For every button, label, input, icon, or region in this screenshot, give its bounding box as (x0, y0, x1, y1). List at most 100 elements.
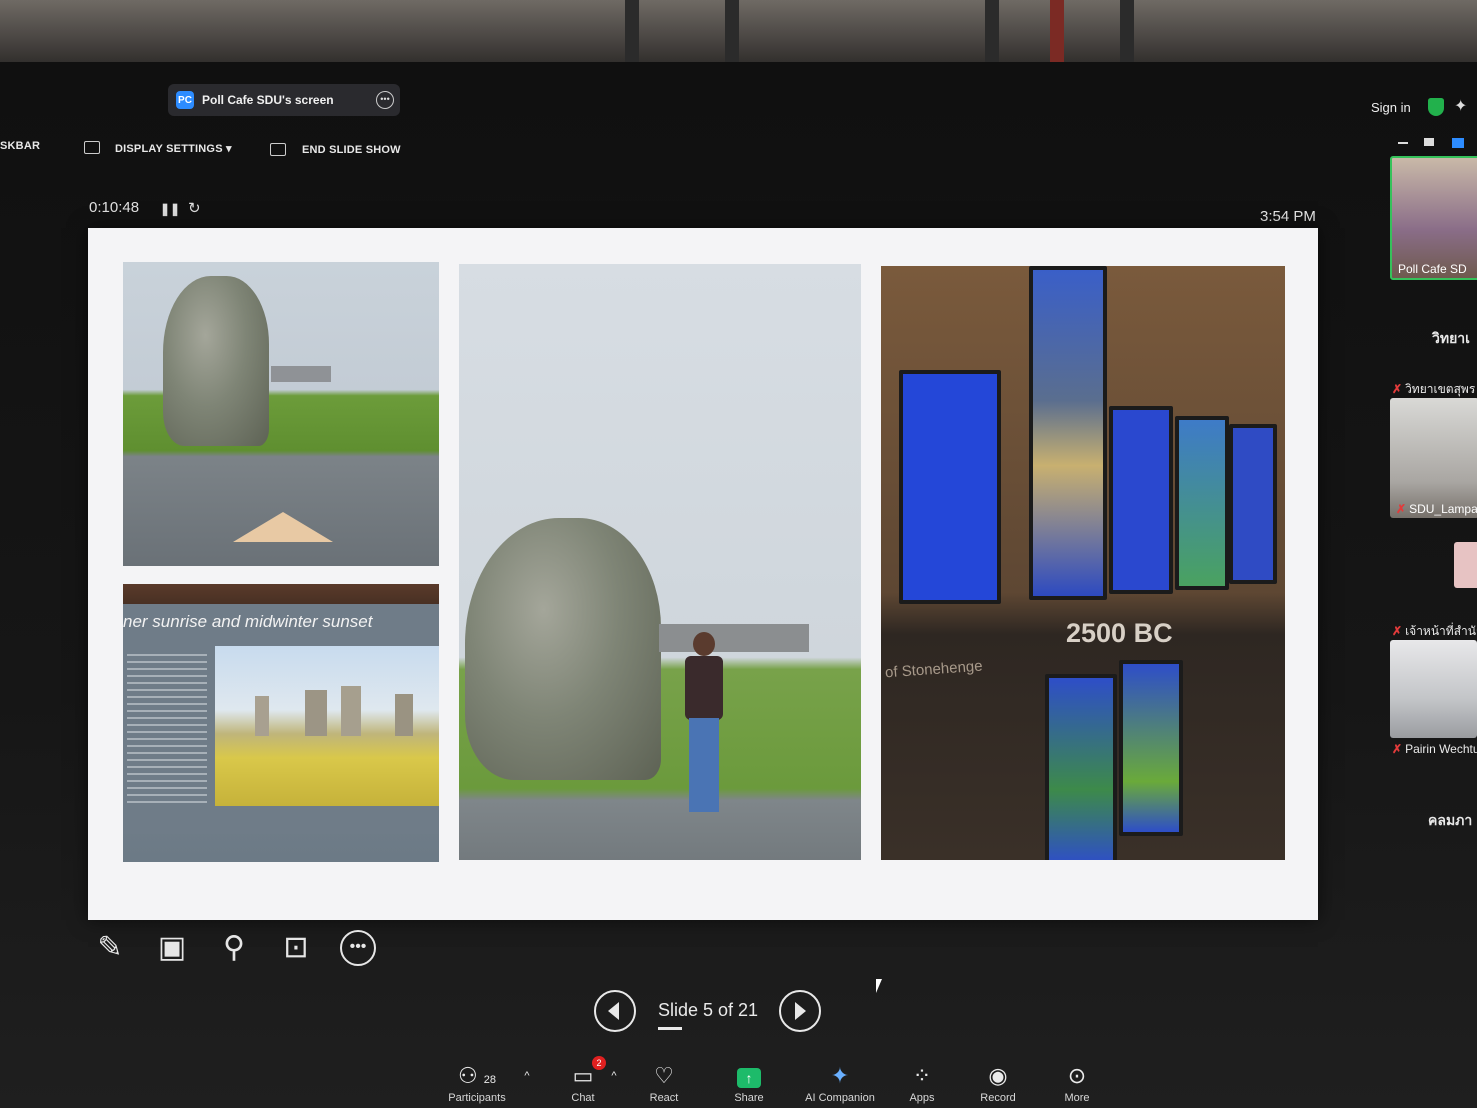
participant-video[interactable]: ✗ SDU_Lampar (1390, 398, 1477, 518)
participants-button[interactable]: ⚇ 28 Participants (444, 1062, 510, 1104)
previous-slide-button[interactable] (594, 990, 636, 1032)
more-options-icon[interactable]: ••• (376, 91, 394, 109)
participant-name: ✗ วิทยาเขตสุพร (1392, 382, 1476, 396)
ai-companion-label: AI Companion (805, 1092, 875, 1104)
path-arrow-marking (233, 512, 333, 542)
chat-button[interactable]: ▭ 2 Chat (566, 1056, 606, 1104)
zoom-icon[interactable]: ⚲ (216, 930, 252, 966)
ai-sparkle-icon[interactable]: ✦ (1454, 96, 1467, 116)
display-settings-button[interactable]: DISPLAY SETTINGS ▾ (115, 142, 232, 155)
jacket (685, 656, 723, 720)
participant-name: ✗ SDU_Lampar (1396, 502, 1477, 516)
exhibit-screen (899, 370, 1001, 604)
more-icon: ⊙ (1067, 1063, 1087, 1088)
ceiling-beam (985, 0, 999, 70)
pen-icon[interactable]: ✎ (92, 930, 128, 966)
stone-shape (465, 518, 661, 780)
stone-pillar (305, 690, 327, 736)
show-taskbar-button[interactable]: SKBAR (0, 140, 40, 152)
ai-sparkle-icon: ✦ (830, 1063, 850, 1088)
chat-caret[interactable]: ^ (607, 1062, 621, 1090)
photo-museum-exhibit: 2500 BC of Stonehenge (881, 266, 1285, 860)
ceiling-beam (725, 0, 739, 70)
exhibit-screen (1119, 660, 1183, 836)
more-options-icon[interactable]: ••• (340, 930, 376, 966)
stone-pillar (255, 696, 269, 736)
stone-pillar (395, 694, 413, 736)
exhibit-screen (1029, 266, 1107, 600)
sign-stonehenge-photo (215, 646, 439, 806)
photo-heel-stone (123, 262, 439, 566)
exhibit-title-text: of Stonehenge (884, 657, 984, 682)
info-sign-panel: ner sunrise and midwinter sunset (123, 604, 439, 834)
muted-mic-icon: ✗ (1392, 742, 1403, 756)
apps-label: Apps (909, 1092, 935, 1104)
participant-video-active[interactable]: Poll Cafe SD (1390, 156, 1477, 280)
visitor-figure (681, 632, 725, 818)
chevron-left-icon (608, 1002, 619, 1020)
exhibit-screen (1109, 406, 1173, 594)
window-icon[interactable] (1424, 138, 1434, 146)
view-controls (1388, 138, 1477, 150)
participant-video[interactable] (1454, 542, 1477, 588)
ceiling-beam (1120, 0, 1134, 70)
photo-info-sign: ner sunrise and midwinter sunset (123, 584, 439, 862)
chevron-up-icon: ^ (524, 1070, 530, 1082)
chevron-right-icon (795, 1002, 806, 1020)
display-settings-icon (84, 141, 100, 154)
ceiling-beam (1050, 0, 1064, 70)
ceiling-beam (625, 0, 639, 70)
chat-badge: 2 (592, 1056, 606, 1070)
heart-icon: ♡ (654, 1063, 674, 1088)
chat-icon: ▭ 2 (566, 1056, 606, 1090)
pause-icon[interactable]: ❚❚ (160, 202, 180, 216)
record-icon: ◉ (988, 1063, 1008, 1088)
share-label: Share (734, 1092, 764, 1104)
sign-text-lines (127, 654, 207, 804)
screen-share-indicator[interactable]: PC Poll Cafe SDU's screen ••• (168, 84, 400, 116)
sign-in-link[interactable]: Sign in (1371, 100, 1411, 115)
ceiling-background (0, 0, 1477, 70)
apps-icon: ⁘ (912, 1063, 932, 1088)
participants-caret[interactable]: ^ (520, 1062, 534, 1090)
exhibit-screen (1045, 674, 1117, 860)
participant-name: ✗ Pairin Wechtu (1392, 742, 1477, 756)
photo-visitor-at-stone (459, 264, 861, 860)
share-button[interactable]: ↑ Share (728, 1062, 770, 1104)
muted-mic-icon: ✗ (1396, 502, 1407, 516)
see-all-slides-icon[interactable]: ▣ (154, 930, 190, 966)
ai-companion-button[interactable]: ✦ AI Companion (800, 1062, 880, 1104)
muted-mic-icon: ✗ (1392, 382, 1403, 396)
presentation-screen-icon[interactable]: ⊡ (278, 930, 314, 966)
reset-timer-icon[interactable]: ↻ (188, 199, 201, 217)
participant-name: Poll Cafe SD (1398, 262, 1467, 276)
current-time: 3:54 PM (1260, 208, 1316, 225)
security-shield-icon[interactable] (1428, 98, 1444, 116)
end-slide-show-button[interactable]: END SLIDE SHOW (302, 144, 401, 156)
share-screen-icon: ↑ (737, 1068, 761, 1088)
sign-heading: ner sunrise and midwinter sunset (123, 612, 373, 631)
react-button[interactable]: ♡ React (643, 1062, 685, 1104)
participant-name: ✗ เจ้าหน้าที่สำนัก (1392, 624, 1477, 638)
record-label: Record (980, 1092, 1016, 1104)
jeans (689, 718, 719, 812)
presenter-avatar-icon: PC (176, 91, 194, 109)
participant-video[interactable] (1390, 640, 1477, 738)
slide-counter[interactable]: Slide 5 of 21 (658, 1000, 758, 1021)
stone-pillar (341, 686, 361, 736)
muted-mic-icon: ✗ (1392, 624, 1403, 638)
head (693, 632, 715, 656)
gallery-view-icon[interactable] (1452, 138, 1464, 148)
distant-stones (271, 366, 331, 382)
participant-heading: วิทยาเ (1432, 330, 1470, 346)
more-button[interactable]: ⊙ More (1058, 1062, 1096, 1104)
react-label: React (649, 1092, 679, 1104)
slide-counter-underline (658, 1027, 682, 1030)
participants-count: 28 (483, 1074, 497, 1086)
mouse-cursor (876, 979, 882, 993)
minimize-icon[interactable] (1398, 142, 1408, 144)
participants-label: Participants (448, 1092, 506, 1104)
apps-button[interactable]: ⁘ Apps (902, 1062, 942, 1104)
next-slide-button[interactable] (779, 990, 821, 1032)
record-button[interactable]: ◉ Record (976, 1062, 1020, 1104)
